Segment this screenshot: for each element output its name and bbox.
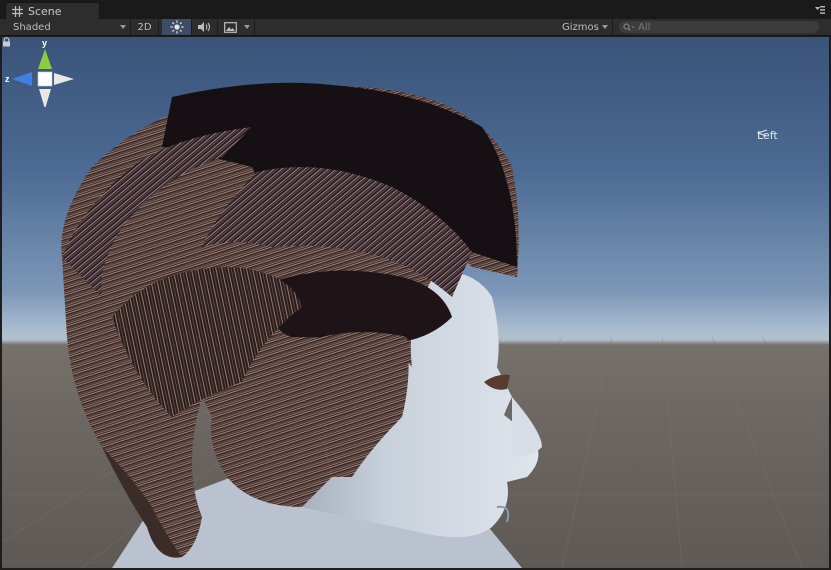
tab-strip: Scene (0, 0, 831, 19)
speaker-icon (198, 22, 211, 32)
gizmos-label: Gizmos (562, 21, 599, 33)
scene-grid-icon (12, 5, 23, 17)
y-axis-cone (38, 49, 52, 69)
orientation-gizmo[interactable]: y z (2, 37, 82, 107)
scene-toolbar: Shaded 2D Gizmos (0, 19, 831, 36)
view-orientation-label[interactable]: Left (757, 129, 778, 142)
lighting-toggle[interactable] (162, 19, 192, 35)
gizmo-y-label: y (42, 38, 47, 48)
scene-viewport[interactable]: y z Left (2, 37, 829, 568)
image-icon (224, 21, 237, 33)
shading-mode-label: Shaded (13, 21, 51, 33)
scene-render (2, 82, 829, 568)
gizmos-dropdown[interactable]: Gizmos (556, 19, 613, 35)
panel-menu-icon[interactable] (813, 5, 825, 15)
search-input[interactable] (635, 21, 805, 33)
shading-mode-dropdown[interactable]: Shaded (0, 19, 131, 35)
effects-dropdown[interactable] (218, 19, 255, 35)
lock-icon[interactable] (2, 37, 11, 47)
gizmo-center-cube (37, 71, 53, 87)
chevron-down-icon (244, 25, 250, 29)
neg-y-axis-cone (39, 89, 51, 107)
tab-scene[interactable]: Scene (5, 2, 100, 19)
audio-toggle[interactable] (192, 19, 218, 35)
sun-icon (170, 20, 183, 34)
chevron-down-icon (120, 25, 126, 29)
tab-title: Scene (28, 4, 62, 18)
chevron-down-icon (602, 25, 608, 29)
z-axis-cone (12, 72, 32, 86)
search-icon (623, 22, 635, 31)
x-axis-cone (54, 73, 74, 85)
search-field[interactable] (619, 21, 819, 33)
mode-2d-label: 2D (137, 21, 152, 33)
perspective-icon (757, 129, 768, 137)
gizmo-z-label: z (5, 74, 10, 84)
mode-2d-toggle[interactable]: 2D (131, 19, 159, 35)
